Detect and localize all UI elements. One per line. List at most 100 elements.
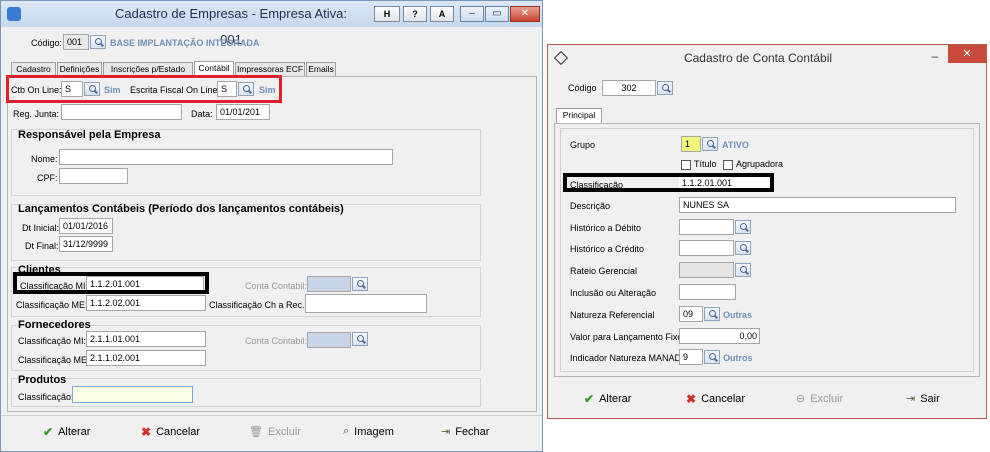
desc-label: Descrição <box>570 201 611 211</box>
highlight-box-black <box>563 173 774 192</box>
produtos-header: Produtos <box>18 374 67 386</box>
natureza-field[interactable]: 09 <box>679 306 703 322</box>
hist-cred-field[interactable] <box>679 240 734 256</box>
minimize-button[interactable]: – <box>924 49 946 65</box>
tab-principal[interactable]: Principal <box>556 108 602 124</box>
codigo-lookup-button[interactable] <box>90 35 106 49</box>
alterar-button[interactable]: ✔ Alterar <box>43 425 90 439</box>
codigo-label: Código: <box>31 38 63 48</box>
exit-door-icon: ⇥ <box>441 426 451 438</box>
cli-me-field[interactable]: 1.1.2.02.001 <box>86 295 206 311</box>
codigo-field[interactable]: 001 <box>63 34 89 50</box>
tab-inscricoes[interactable]: Inscrições p/Estado <box>103 62 193 76</box>
grupo-text: ATIVO <box>722 140 749 150</box>
ind-field[interactable]: 9 <box>679 349 703 365</box>
titulo-label: Título <box>694 159 717 169</box>
tab-strip: Cadastro Definições Inscrições p/Estado … <box>11 61 341 76</box>
conta-cancelar-button[interactable]: ✖ Cancelar <box>686 392 745 406</box>
check-icon: ✔ <box>584 392 595 406</box>
window-title: Cadastro de Empresas - Empresa Ativa: 00… <box>115 6 347 47</box>
conta-excluir-label: Excluir <box>810 392 844 405</box>
reg-junta-field[interactable] <box>61 104 182 120</box>
valor-field[interactable]: 0,00 <box>679 328 760 344</box>
desc-field[interactable]: NUNES SA <box>679 197 956 213</box>
fornecedores-header: Fornecedores <box>18 319 91 331</box>
grupo-label: Grupo <box>570 140 596 150</box>
cli-ch-field[interactable] <box>305 294 427 313</box>
nome-label: Nome: <box>31 154 58 164</box>
conta-codigo-lookup[interactable] <box>657 81 673 95</box>
forn-me-field[interactable]: 2.1.1.02.001 <box>86 350 206 366</box>
sair-button[interactable]: ⇥ Sair <box>906 392 940 406</box>
agrupadora-checkbox-box[interactable] <box>723 159 733 170</box>
ind-label: Indicador Natureza MANAD <box>570 353 682 363</box>
cli-ch-label: Classificação Ch a Rec.: <box>209 300 308 310</box>
imagem-button[interactable]: ⌕ Imagem <box>343 425 394 438</box>
data-field[interactable]: 01/01/201 <box>216 104 270 120</box>
natureza-lookup[interactable] <box>704 307 720 321</box>
agrupadora-checkbox[interactable]: Agrupadora <box>723 158 783 170</box>
valor-label: Valor para Lançamento Fixo <box>570 332 683 342</box>
dt-final-field[interactable]: 31/12/9999 <box>59 236 113 252</box>
rateio-label: Rateio Gerencial <box>570 266 638 276</box>
rateio-lookup[interactable] <box>735 263 751 277</box>
excluir-button[interactable]: 🗑 Excluir <box>249 425 301 439</box>
close-button[interactable]: ✕ <box>510 6 540 22</box>
cancelar-button[interactable]: ✖ Cancelar <box>141 425 200 439</box>
cli-conta-field[interactable] <box>307 276 351 292</box>
tab-definicoes[interactable]: Definições <box>57 62 102 76</box>
hist-cred-lookup[interactable] <box>735 241 751 255</box>
ind-lookup[interactable] <box>704 350 720 364</box>
cli-conta-lookup[interactable] <box>352 277 368 291</box>
prod-field[interactable] <box>72 386 193 403</box>
tab-emails[interactable]: Emails <box>306 62 336 76</box>
forn-me-label: Classificação ME: <box>18 355 90 365</box>
help-h-button[interactable]: H <box>374 6 400 22</box>
company-name: BASE IMPLANTAÇÃO INTEGRADA <box>110 38 260 48</box>
empresas-titlebar: Cadastro de Empresas - Empresa Ativa: 00… <box>1 1 542 47</box>
cli-me-label: Classificação ME: <box>16 300 88 310</box>
conta-codigo-label: Código <box>568 83 597 93</box>
forn-mi-label: Classificação MI: <box>18 336 87 346</box>
tab-contabil[interactable]: Contábil <box>194 61 234 76</box>
hist-deb-field[interactable] <box>679 219 734 235</box>
prod-label: Classificação: <box>18 392 74 402</box>
titulo-checkbox[interactable]: Título <box>681 158 717 170</box>
minimize-button[interactable]: – <box>460 6 484 22</box>
tab-cadastro[interactable]: Cadastro <box>11 62 56 76</box>
titulo-checkbox-box[interactable] <box>681 159 691 170</box>
help-button[interactable]: ? <box>403 6 427 22</box>
forn-conta-field[interactable] <box>307 332 351 348</box>
conta-contabil-window: Cadastro de Conta Contábil – ▭ ✕ Código … <box>547 44 987 419</box>
hist-deb-lookup[interactable] <box>735 220 751 234</box>
conta-titlebar: Cadastro de Conta Contábil – ▭ ✕ <box>548 45 986 71</box>
excluir-label: Excluir <box>267 425 301 438</box>
x-icon: ✖ <box>686 392 697 406</box>
trash-icon: 🗑 <box>249 426 263 438</box>
conta-alterar-button[interactable]: ✔ Alterar <box>584 392 631 406</box>
conta-window-title: Cadastro de Conta Contábil <box>683 51 833 65</box>
close-button[interactable]: ✕ <box>948 45 986 63</box>
grupo-field[interactable]: 1 <box>681 136 701 152</box>
dt-inicial-field[interactable]: 01/01/2016 <box>59 218 113 234</box>
fechar-button[interactable]: ⇥ Fechar <box>441 425 489 439</box>
forn-mi-field[interactable]: 2.1.1.01.001 <box>86 331 206 347</box>
highlight-box-red <box>6 75 282 103</box>
conta-excluir-button[interactable]: ⊖ Excluir <box>796 392 844 406</box>
rateio-field[interactable] <box>679 262 734 278</box>
inclusao-field[interactable] <box>679 284 736 300</box>
cancelar-label: Cancelar <box>156 426 201 438</box>
app-icon <box>7 7 21 21</box>
cpf-field[interactable] <box>59 168 128 184</box>
ind-text: Outros <box>723 353 753 363</box>
nome-field[interactable] <box>59 149 393 165</box>
conta-codigo-field[interactable]: 302 <box>602 80 656 96</box>
alterar-label: Alterar <box>58 426 91 438</box>
dt-final-label: Dt Final: <box>25 241 59 251</box>
tab-impressoras[interactable]: Impressoras ECF <box>235 62 305 76</box>
grupo-lookup[interactable] <box>702 137 718 151</box>
a-button[interactable]: A <box>430 6 454 22</box>
maximize-button[interactable]: ▭ <box>485 6 509 22</box>
forn-conta-label: Conta Contabil: <box>245 336 308 346</box>
forn-conta-lookup[interactable] <box>352 332 368 346</box>
